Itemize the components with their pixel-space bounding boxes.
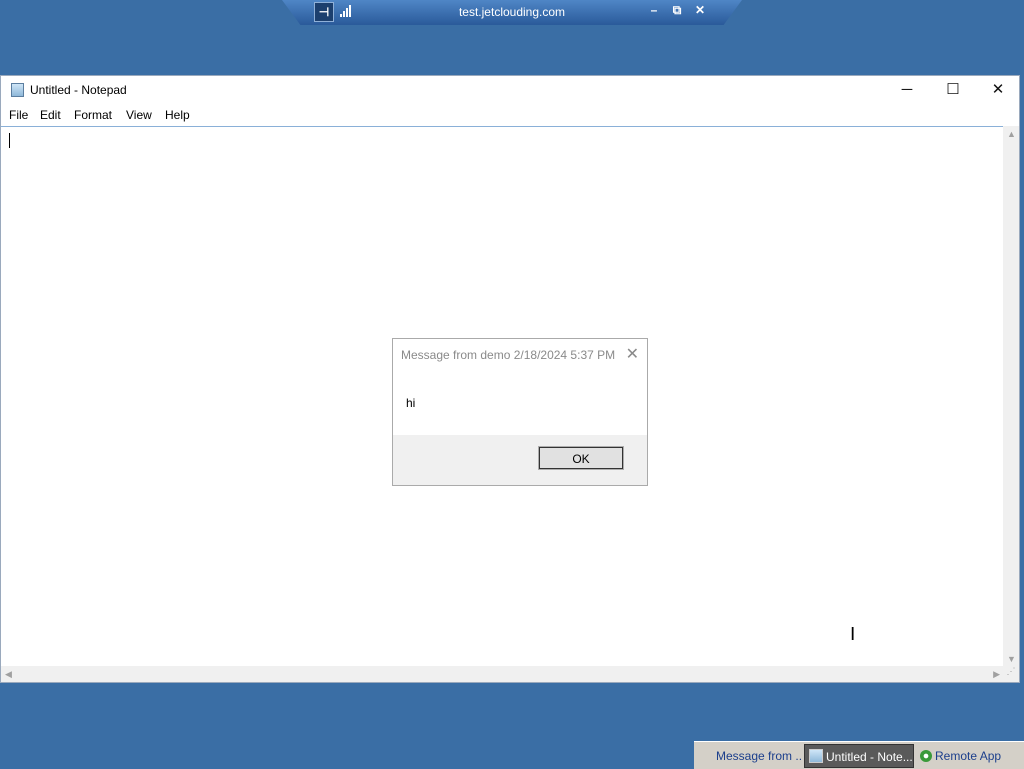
menu-file[interactable]: File (9, 108, 28, 122)
window-title: Untitled - Notepad (30, 83, 127, 97)
ok-button[interactable]: OK (538, 446, 624, 470)
notepad-icon (809, 749, 823, 763)
scroll-left-icon[interactable]: ◀ (5, 669, 12, 680)
dialog-message: hi (406, 396, 416, 410)
taskbar-item-remote-app[interactable]: Remote App (916, 744, 1022, 768)
dialog-footer: OK (393, 435, 647, 485)
minimize-button[interactable]: ─ (884, 76, 930, 104)
menu-format[interactable]: Format (74, 108, 112, 122)
message-dialog: Message from demo 2/18/2024 5:37 PM ✕ hi… (392, 338, 648, 486)
taskbar: Message from ... Untitled - Note... Remo… (694, 741, 1024, 769)
horizontal-scrollbar[interactable]: ◀ ▶ (1, 666, 1004, 682)
taskbar-item-label: Message from ... (716, 749, 802, 763)
notepad-app-icon[interactable] (11, 83, 24, 97)
dialog-close-button[interactable]: ✕ (626, 344, 639, 364)
rdp-restore-button[interactable]: ⧉ (670, 3, 684, 18)
resize-grip-icon[interactable]: ⋰ (1003, 666, 1019, 682)
rdp-close-button[interactable]: ✕ (693, 3, 707, 17)
remote-connection-bar: ⊣ test.jetclouding.com – ⧉ ✕ (282, 0, 742, 25)
ibeam-cursor-icon: I (850, 624, 856, 645)
maximize-button[interactable]: ☐ (930, 76, 976, 104)
scroll-down-icon[interactable]: ▼ (1007, 654, 1016, 664)
menu-edit[interactable]: Edit (40, 108, 61, 122)
menu-bar: File Edit Format View Help (1, 104, 1019, 126)
menu-view[interactable]: View (126, 108, 152, 122)
taskbar-item-label: Untitled - Note... (826, 750, 913, 764)
menu-help[interactable]: Help (165, 108, 190, 122)
remote-app-icon (920, 750, 932, 762)
dialog-title: Message from demo 2/18/2024 5:37 PM (401, 348, 616, 362)
taskbar-item-message[interactable]: Message from ... (698, 744, 802, 768)
scroll-right-icon[interactable]: ▶ (993, 669, 1000, 680)
scroll-up-icon[interactable]: ▲ (1007, 129, 1016, 139)
notepad-titlebar[interactable]: Untitled - Notepad ─ ☐ ✕ (1, 76, 1019, 104)
taskbar-item-label: Remote App (935, 749, 1002, 763)
rdp-minimize-button[interactable]: – (647, 3, 661, 17)
close-button[interactable]: ✕ (975, 76, 1021, 104)
text-caret (9, 133, 10, 148)
vertical-scrollbar[interactable]: ▲ ▼ (1003, 126, 1019, 667)
taskbar-item-notepad[interactable]: Untitled - Note... (804, 744, 914, 768)
